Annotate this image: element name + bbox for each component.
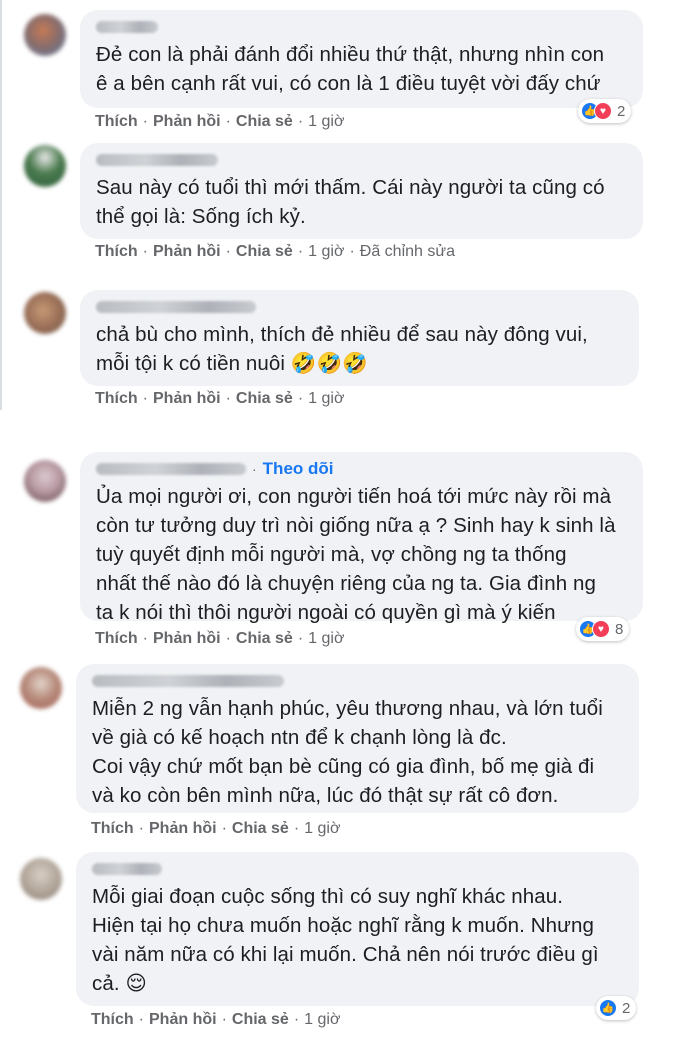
share-button[interactable]: Chia sẻ [232,820,289,838]
comment-text: Sau này có tuổi thì mới thấm. Cái này ng… [96,176,605,228]
author-name[interactable] [96,298,625,316]
like-icon: 👍 [599,999,617,1017]
love-icon: ♥ [592,620,610,638]
like-button[interactable]: Thích [95,630,138,648]
comment-actions: Thích · Phản hồi · Chia sẻ · 1 giờ [91,1011,341,1029]
reply-button[interactable]: Phản hồi [153,243,221,261]
reply-button[interactable]: Phản hồi [153,390,221,408]
reply-button[interactable]: Phản hồi [153,630,221,648]
comment-text: Mỗi giai đoạn cuộc sống thì có suy nghĩ … [92,885,599,995]
avatar[interactable] [24,292,66,334]
avatar[interactable] [20,858,62,900]
reaction-summary[interactable]: 👍 ♥ 2 [578,99,632,123]
reaction-summary[interactable]: 👍 2 [596,996,637,1020]
love-icon: ♥ [594,102,612,120]
avatar[interactable] [24,460,66,502]
follow-button[interactable]: Theo dõi [263,459,334,479]
timestamp[interactable]: 1 giờ [308,390,344,408]
like-button[interactable]: Thích [95,113,138,131]
share-button[interactable]: Chia sẻ [236,243,293,261]
comment-bubble: · Theo dõi Ủa mọi người ơi, con người ti… [80,452,643,624]
timestamp[interactable]: 1 giờ [304,820,340,838]
comment-actions: Thích · Phản hồi · Chia sẻ · 1 giờ · Đã chỉn… [95,243,455,261]
avatar[interactable] [24,145,66,187]
reaction-count: 8 [615,620,624,638]
comment-actions: Thích · Phản hồi · Chia sẻ · 1 giờ [95,113,345,131]
timestamp[interactable]: 1 giờ [304,1011,340,1029]
comment-bubble: Mỗi giai đoạn cuộc sống thì có suy nghĩ … [76,852,639,1006]
author-name[interactable]: · Theo dõi [96,459,629,479]
share-button[interactable]: Chia sẻ [236,630,293,648]
reaction-count: 2 [622,999,631,1017]
like-button[interactable]: Thích [95,243,138,261]
comment-bubble: Miễn 2 ng vẫn hạnh phúc, yêu thương nhau… [76,664,639,813]
comment-actions: Thích · Phản hồi · Chia sẻ · 1 giờ [91,820,341,838]
author-name[interactable] [96,151,629,169]
reply-button[interactable]: Phản hồi [153,113,221,131]
share-button[interactable]: Chia sẻ [236,390,293,408]
timestamp[interactable]: 1 giờ [308,630,344,648]
timestamp[interactable]: 1 giờ [308,113,344,131]
comment-text: Đẻ con là phải đánh đổi nhiều thứ thật, … [96,43,605,95]
comment-text: chả bù cho mình, thích đẻ nhiều để sau n… [96,323,588,375]
reply-button[interactable]: Phản hồi [149,1011,217,1029]
author-name[interactable] [92,860,625,878]
edited-label[interactable]: Đã chỉnh sửa [360,243,455,261]
reaction-count: 2 [617,102,626,120]
comment-text: Ủa mọi người ơi, con người tiến hoá tới … [96,485,616,624]
like-button[interactable]: Thích [91,820,134,838]
thread-line [0,0,2,410]
author-name[interactable] [96,18,629,36]
comment-actions: Thích · Phản hồi · Chia sẻ · 1 giờ [95,630,345,648]
share-button[interactable]: Chia sẻ [232,1011,289,1029]
like-button[interactable]: Thích [91,1011,134,1029]
comment-bubble: Sau này có tuổi thì mới thấm. Cái này ng… [80,143,643,239]
share-button[interactable]: Chia sẻ [236,113,293,131]
comment-bubble: Đẻ con là phải đánh đổi nhiều thứ thật, … [80,10,643,108]
avatar[interactable] [24,14,66,56]
reaction-summary[interactable]: 👍 ♥ 8 [576,617,630,641]
avatar[interactable] [20,667,62,709]
comment-bubble: chả bù cho mình, thích đẻ nhiều để sau n… [80,290,639,386]
reply-button[interactable]: Phản hồi [149,820,217,838]
like-button[interactable]: Thích [95,390,138,408]
comment-actions: Thích · Phản hồi · Chia sẻ · 1 giờ [95,390,345,408]
timestamp[interactable]: 1 giờ [308,243,344,261]
comment-text: Miễn 2 ng vẫn hạnh phúc, yêu thương nhau… [92,697,603,807]
author-name[interactable] [92,672,625,690]
